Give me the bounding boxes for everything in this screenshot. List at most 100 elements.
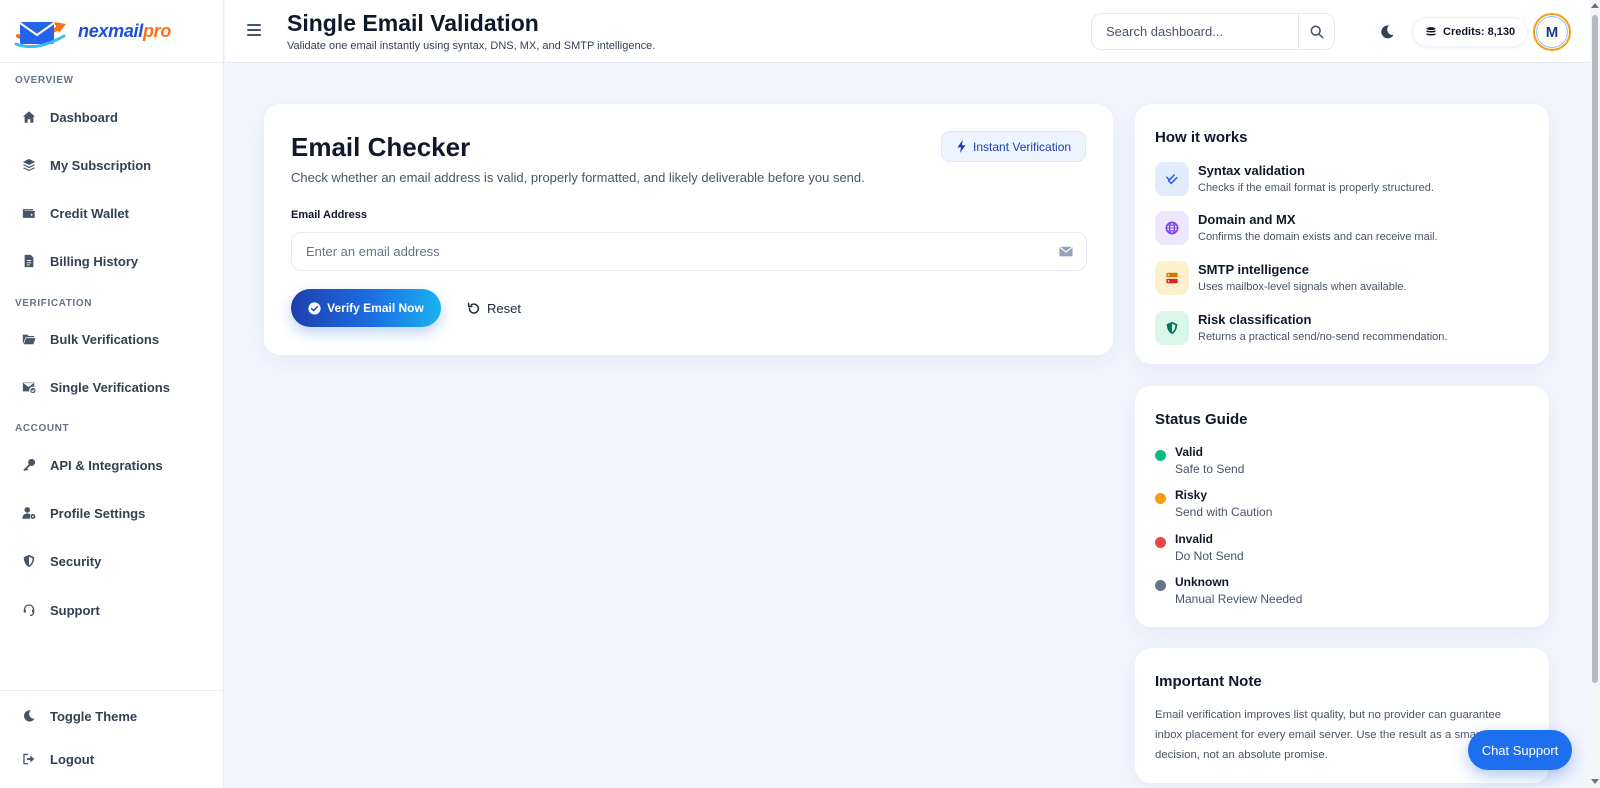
avatar[interactable]: M [1533, 13, 1571, 51]
sidebar-item-label: Logout [50, 751, 95, 767]
search-icon [1310, 25, 1323, 38]
theme-toggle-icon[interactable] [1379, 24, 1395, 40]
sidebar-item-label: Bulk Verifications [50, 331, 160, 347]
how-item-title: SMTP intelligence [1198, 262, 1310, 277]
page-subtitle: Validate one email instantly using synta… [287, 40, 656, 52]
status-item-risky: Risky Send with Caution [1155, 488, 1515, 524]
how-item-desc: Uses mailbox-level signals when availabl… [1198, 281, 1407, 293]
status-item-invalid: Invalid Do Not Send [1155, 532, 1515, 568]
email-address-label: Email Address [291, 209, 368, 221]
status-title: Risky [1175, 488, 1208, 502]
sidebar-item-label: API & Integrations [50, 457, 163, 473]
status-desc: Send with Caution [1175, 505, 1273, 519]
status-title: Unknown [1175, 575, 1229, 589]
sidebar-item-label: Support [50, 602, 100, 618]
credits-text: Credits: 8,130 [1443, 26, 1516, 38]
shield-check-icon [1155, 311, 1189, 345]
envelope-logo-icon [14, 14, 76, 49]
sidebar-footer [0, 690, 224, 691]
section-verification: VERIFICATION [15, 298, 93, 309]
page-title: Single Email Validation [287, 10, 539, 36]
logout-button[interactable]: Logout [22, 743, 212, 775]
brand-logo[interactable]: nexmailpro [0, 0, 223, 63]
sidebar-item-label: Billing History [50, 253, 139, 269]
email-address-input[interactable] [292, 233, 1046, 270]
reset-icon [467, 301, 480, 314]
status-title: Valid [1175, 445, 1204, 459]
key-icon [23, 458, 36, 472]
brand-name: nexmailpro [78, 20, 172, 41]
sidebar-item-dashboard[interactable]: Dashboard [22, 101, 212, 133]
check-circle-icon [308, 301, 321, 315]
chat-support-button[interactable]: Chat Support [1468, 730, 1572, 770]
toggle-theme-button[interactable]: Toggle Theme [22, 700, 212, 732]
section-account: ACCOUNT [15, 423, 70, 434]
verify-email-button[interactable]: Verify Email Now [291, 289, 441, 327]
envelope-icon [1046, 246, 1086, 257]
email-field-wrapper [291, 232, 1087, 271]
sidebar-item-subscription[interactable]: My Subscription [22, 149, 212, 181]
instant-verification-badge[interactable]: Instant Verification [941, 131, 1087, 162]
how-item-domain: Domain and MX Confirms the domain exists… [1155, 210, 1535, 250]
coins-icon [1426, 27, 1436, 36]
sidebar-item-label: Profile Settings [50, 505, 146, 521]
receipt-icon [24, 254, 34, 268]
how-item-syntax: Syntax validation Checks if the email fo… [1155, 161, 1535, 201]
sidebar-item-label: Security [50, 553, 102, 569]
sidebar-item-credit-wallet[interactable]: Credit Wallet [22, 197, 212, 229]
search-box [1091, 13, 1335, 50]
credits-badge[interactable]: Credits: 8,130 [1412, 17, 1529, 47]
how-item-smtp: SMTP intelligence Uses mailbox-level sig… [1155, 260, 1535, 300]
user-gear-icon [22, 507, 36, 519]
sidebar-item-label: Credit Wallet [50, 205, 129, 221]
status-guide-title: Status Guide [1155, 411, 1248, 428]
home-icon [22, 111, 36, 123]
reset-button[interactable]: Reset [467, 289, 521, 327]
sidebar-item-billing-history[interactable]: Billing History [22, 245, 212, 277]
status-desc: Manual Review Needed [1175, 592, 1303, 606]
status-dot [1155, 537, 1166, 548]
scrollbar-thumb[interactable] [1592, 15, 1598, 683]
how-it-works-title: How it works [1155, 129, 1248, 146]
status-title: Invalid [1175, 532, 1214, 546]
search-input[interactable] [1092, 14, 1298, 49]
sidebar-item-support[interactable]: Support [22, 594, 212, 626]
sidebar-item-profile-settings[interactable]: Profile Settings [22, 497, 212, 529]
status-desc: Do Not Send [1175, 549, 1244, 563]
moon-icon [24, 710, 35, 722]
how-item-desc: Confirms the domain exists and can recei… [1198, 231, 1438, 243]
email-checker-description: Check whether an email address is valid,… [291, 170, 865, 185]
section-overview: OVERVIEW [15, 75, 74, 86]
status-desc: Safe to Send [1175, 462, 1245, 476]
sidebar-item-single-verifications[interactable]: Single Verifications [22, 371, 212, 403]
scroll-down-arrow-icon[interactable] [1591, 779, 1599, 784]
verify-button-label: Verify Email Now [327, 301, 424, 315]
sidebar-item-label: Dashboard [50, 109, 118, 125]
status-dot [1155, 450, 1166, 461]
how-item-desc: Checks if the email format is properly s… [1198, 182, 1434, 194]
how-it-works-card: How it works Syntax validation Checks if… [1135, 104, 1549, 364]
important-note-title: Important Note [1155, 673, 1262, 690]
layers-icon [22, 158, 36, 172]
status-dot [1155, 493, 1166, 504]
sidebar-item-label: My Subscription [50, 157, 152, 173]
sidebar-item-label: Single Verifications [50, 379, 170, 395]
sidebar-item-api-integrations[interactable]: API & Integrations [22, 449, 212, 481]
sidebar-item-bulk-verifications[interactable]: Bulk Verifications [22, 323, 212, 355]
status-item-valid: Valid Safe to Send [1155, 445, 1515, 481]
top-bar: Single Email Validation Validate one ema… [225, 0, 1592, 63]
status-guide-card: Status Guide Valid Safe to Send Risky Se… [1135, 386, 1549, 627]
how-item-desc: Returns a practical send/no-send recomme… [1198, 331, 1448, 343]
globe-icon [1155, 211, 1189, 245]
search-button[interactable] [1298, 14, 1334, 49]
status-item-unknown: Unknown Manual Review Needed [1155, 575, 1515, 611]
how-item-risk: Risk classification Returns a practical … [1155, 310, 1535, 350]
badge-label: Instant Verification [973, 139, 1072, 154]
reset-button-label: Reset [487, 300, 521, 316]
sidebar: nexmailpro OVERVIEW Dashboard My Subscri… [0, 0, 224, 788]
how-item-title: Syntax validation [1198, 163, 1305, 178]
scroll-up-arrow-icon[interactable] [1591, 3, 1599, 8]
hamburger-menu-icon[interactable] [247, 24, 261, 36]
sidebar-item-security[interactable]: Security [22, 545, 212, 577]
mail-check-icon [22, 382, 36, 394]
